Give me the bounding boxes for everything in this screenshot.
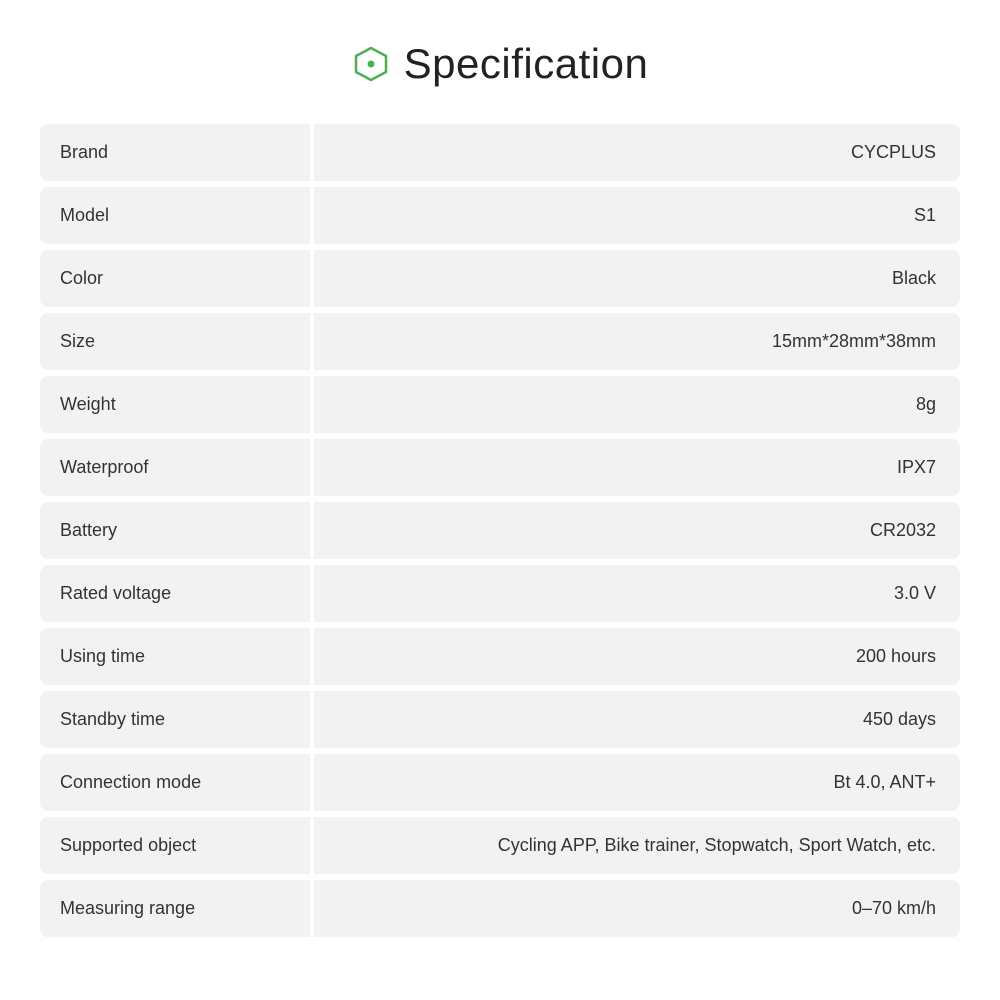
spec-label: Standby time [40,691,310,748]
spec-value: 8g [314,376,960,433]
table-row: ModelS1 [40,187,960,244]
table-row: WaterproofIPX7 [40,439,960,496]
table-row: Size15mm*28mm*38mm [40,313,960,370]
spec-label: Color [40,250,310,307]
spec-value: CYCPLUS [314,124,960,181]
spec-label: Size [40,313,310,370]
table-row: ColorBlack [40,250,960,307]
spec-label: Using time [40,628,310,685]
spec-label: Weight [40,376,310,433]
logo-icon [352,45,390,83]
spec-label: Battery [40,502,310,559]
spec-table: BrandCYCPLUSModelS1ColorBlackSize15mm*28… [40,124,960,943]
spec-label: Supported object [40,817,310,874]
table-row: Weight8g [40,376,960,433]
spec-value: 450 days [314,691,960,748]
spec-value: S1 [314,187,960,244]
table-row: BatteryCR2032 [40,502,960,559]
spec-label: Model [40,187,310,244]
spec-value: Black [314,250,960,307]
spec-value: 0–70 km/h [314,880,960,937]
table-row: BrandCYCPLUS [40,124,960,181]
spec-value: 3.0 V [314,565,960,622]
table-row: Supported objectCycling APP, Bike traine… [40,817,960,874]
spec-label: Connection mode [40,754,310,811]
spec-value: CR2032 [314,502,960,559]
spec-value: IPX7 [314,439,960,496]
spec-value: 15mm*28mm*38mm [314,313,960,370]
spec-label: Brand [40,124,310,181]
table-row: Standby time450 days [40,691,960,748]
spec-value: Cycling APP, Bike trainer, Stopwatch, Sp… [314,817,960,874]
table-row: Connection modeBt 4.0, ANT+ [40,754,960,811]
page-header: Specification [352,40,649,88]
spec-label: Measuring range [40,880,310,937]
spec-label: Rated voltage [40,565,310,622]
table-row: Rated voltage3.0 V [40,565,960,622]
spec-value: 200 hours [314,628,960,685]
spec-label: Waterproof [40,439,310,496]
spec-value: Bt 4.0, ANT+ [314,754,960,811]
page-title: Specification [404,40,649,88]
table-row: Using time200 hours [40,628,960,685]
table-row: Measuring range0–70 km/h [40,880,960,937]
